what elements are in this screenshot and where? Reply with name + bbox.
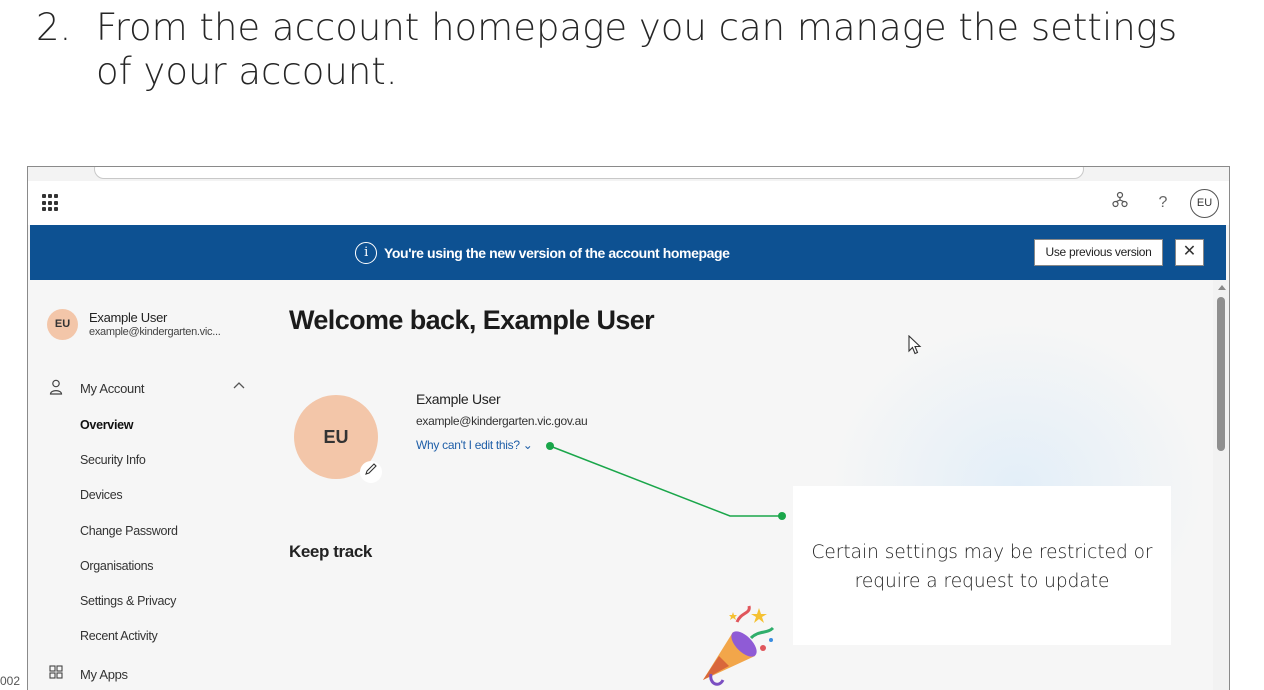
annotation-callout: Certain settings may be restricted or re… <box>793 486 1171 645</box>
